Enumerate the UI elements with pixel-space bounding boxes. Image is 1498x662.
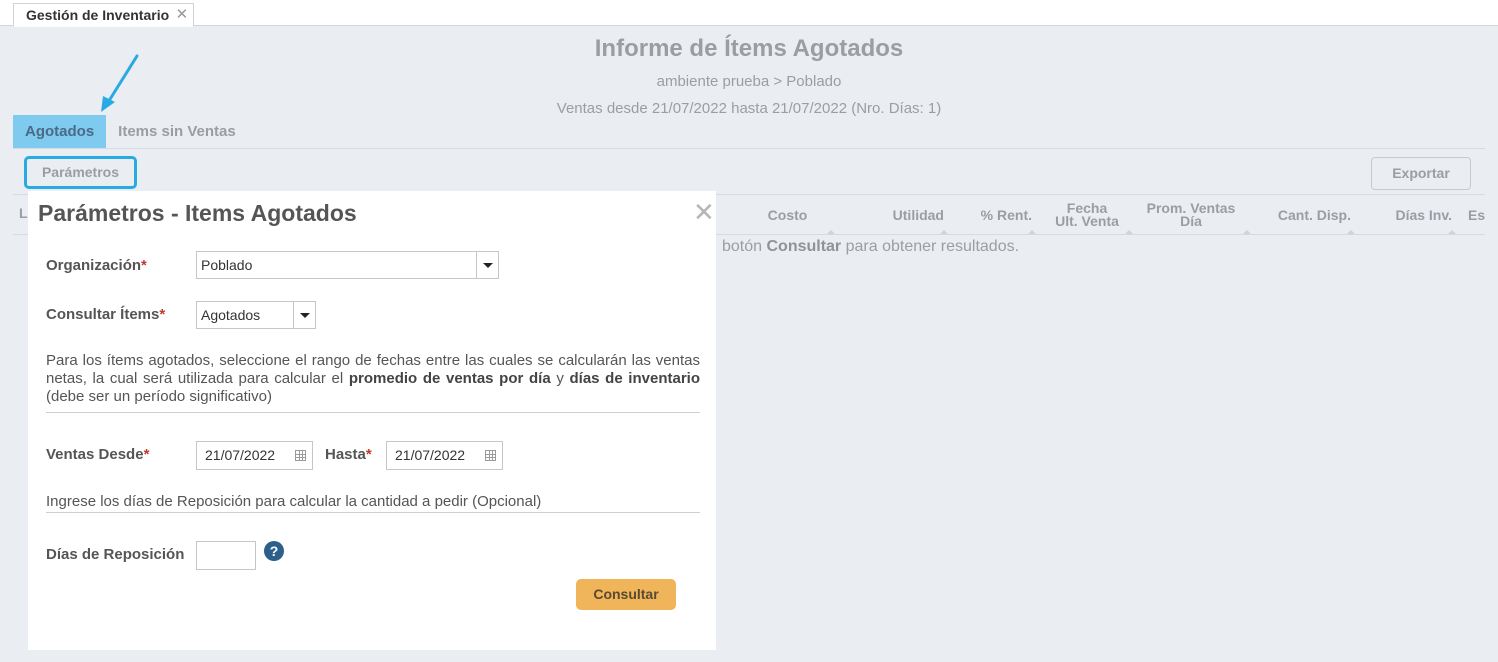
date-value: 21/07/2022 <box>205 447 276 463</box>
close-icon[interactable]: ✕ <box>693 197 715 228</box>
calendar-icon[interactable] <box>295 450 306 461</box>
help-bold: promedio de ventas por día <box>348 370 551 387</box>
tab-agotados[interactable]: Agotados <box>13 115 107 149</box>
chevron-down-icon[interactable] <box>293 302 315 328</box>
dialog-title: Parámetros - Items Agotados <box>38 200 357 226</box>
annotation-arrow-icon <box>101 54 139 112</box>
chevron-down-icon[interactable] <box>476 252 498 278</box>
help-part: y <box>550 370 570 387</box>
tab-items-sin-ventas[interactable]: Items sin Ventas <box>106 115 248 149</box>
export-button[interactable]: Exportar <box>1371 157 1471 190</box>
column-header-rent[interactable]: % Rent. <box>952 198 1036 234</box>
hasta-label: Hasta* <box>325 446 372 463</box>
column-header-label: Ult. Venta <box>1055 213 1119 229</box>
column-header-label: Cant. Disp. <box>1277 206 1351 223</box>
column-header-dias-inv[interactable]: Días Inv. <box>1365 198 1456 234</box>
column-header-clipped[interactable]: L <box>19 198 28 232</box>
consultar-items-label: Consultar Ítems* <box>46 306 165 323</box>
label-text: Hasta <box>325 446 366 463</box>
consultar-button[interactable]: Consultar <box>576 579 676 610</box>
column-header-label: Es <box>1468 206 1486 223</box>
top-tab-bar: Gestión de Inventario ✕ <box>0 0 1498 27</box>
required-mark: * <box>365 446 372 463</box>
required-mark: * <box>143 446 150 463</box>
help-bold: días de inventario <box>569 370 700 387</box>
label-text: Ventas Desde <box>46 446 144 463</box>
document-tab-label: Gestión de Inventario <box>26 7 170 23</box>
column-header-clipped-right[interactable]: Es <box>1468 198 1488 232</box>
required-mark: * <box>159 306 166 323</box>
date-range-help-text: Para los ítems agotados, seleccione el r… <box>46 352 700 406</box>
help-part: (debe ser un período significativo) <box>46 388 272 405</box>
reposicion-help-text: Ingrese los días de Reposición para calc… <box>46 493 542 510</box>
empty-msg-bold: Consultar <box>766 238 842 255</box>
consultar-items-select[interactable]: Agotados <box>196 301 316 329</box>
dias-reposicion-input[interactable] <box>196 541 256 570</box>
ventas-desde-date-input[interactable]: 21/07/2022 <box>196 441 313 470</box>
dias-reposicion-label: Días de Reposición <box>46 546 185 563</box>
document-tab[interactable]: Gestión de Inventario ✕ <box>13 3 195 27</box>
column-header-label: % Rent. <box>980 206 1032 223</box>
calendar-icon[interactable] <box>485 450 496 461</box>
report-title: Informe de Ítems Agotados <box>594 35 904 62</box>
ventas-desde-label: Ventas Desde* <box>46 446 149 463</box>
divider <box>46 412 700 413</box>
column-header-fecha-ult-venta[interactable]: Fecha Ult. Venta <box>1045 198 1133 234</box>
column-header-cant-disp[interactable]: Cant. Disp. <box>1255 198 1355 234</box>
empty-grid-message: botón Consultar para obtener resultados. <box>722 238 1019 256</box>
empty-msg-suffix: para obtener resultados. <box>841 238 1020 255</box>
column-header-label: Utilidad <box>892 206 944 223</box>
select-value: Agotados <box>201 307 261 323</box>
column-header-label: Días Inv. <box>1395 206 1452 223</box>
report-tabs: Agotados Items sin Ventas <box>13 115 258 149</box>
column-header-utilidad[interactable]: Utilidad <box>851 198 948 234</box>
column-header-label: Costo <box>767 206 808 223</box>
parameters-dialog: Parámetros - Items Agotados ✕ Organizaci… <box>28 191 716 650</box>
label-text: Organización <box>46 257 142 274</box>
organizacion-label: Organización* <box>46 257 147 274</box>
select-value: Poblado <box>201 257 253 273</box>
help-icon[interactable]: ? <box>264 541 284 561</box>
divider <box>46 512 700 513</box>
hasta-date-input[interactable]: 21/07/2022 <box>386 441 503 470</box>
label-text: Consultar Ítems <box>46 306 160 323</box>
required-mark: * <box>141 257 147 274</box>
column-header-prom-ventas-dia[interactable]: Prom. Ventas Día <box>1135 198 1251 234</box>
date-value: 21/07/2022 <box>395 447 466 463</box>
close-icon[interactable]: ✕ <box>176 4 189 26</box>
divider <box>13 148 1485 149</box>
parameters-button[interactable]: Parámetros <box>24 156 137 189</box>
column-header-label: Día <box>1180 213 1202 229</box>
organizacion-select[interactable]: Poblado <box>196 251 499 279</box>
empty-msg-prefix: botón <box>722 238 767 255</box>
breadcrumb: ambiente prueba > Poblado <box>656 73 842 90</box>
column-header-costo[interactable]: Costo <box>744 198 835 234</box>
